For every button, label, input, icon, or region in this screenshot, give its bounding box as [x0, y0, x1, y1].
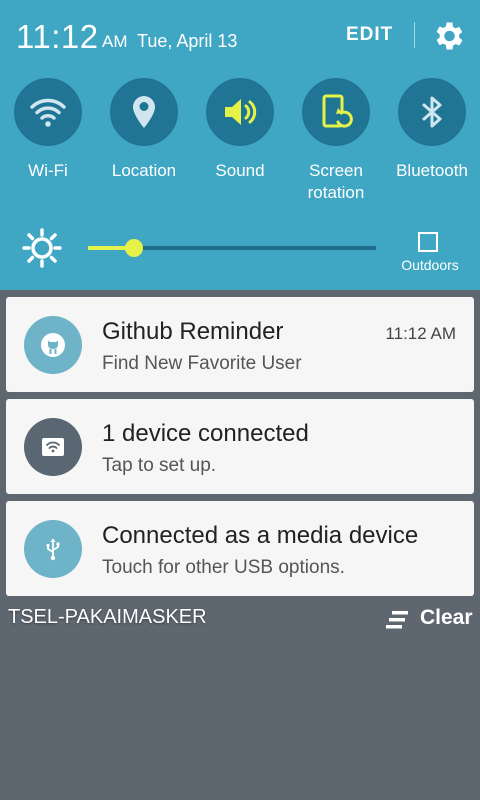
toggle-circle: [302, 78, 370, 146]
notification-card[interactable]: 1 device connected Tap to set up.: [6, 399, 474, 494]
toggle-screen-rotation[interactable]: Screen rotation: [288, 78, 384, 210]
clock-ampm: AM: [102, 32, 128, 51]
brightness-thumb[interactable]: [125, 239, 144, 257]
toggle-circle: [398, 78, 466, 146]
clear-button[interactable]: Clear: [386, 606, 476, 636]
brightness-icon: [22, 228, 62, 268]
notification-title: Github Reminder: [102, 318, 284, 345]
toggle-wifi[interactable]: Wi-Fi: [0, 78, 96, 210]
notification-subtitle: Find New Favorite User: [102, 353, 302, 374]
outdoors-label: Outdoors: [401, 257, 459, 273]
notification-subtitle: Touch for other USB options.: [102, 557, 345, 578]
toggle-label: Wi-Fi: [28, 161, 68, 180]
date-label: Tue, April 13: [137, 31, 238, 51]
status-row: 11:12 AM Tue, April 13 EDIT: [0, 0, 480, 72]
brightness-slider[interactable]: [88, 239, 376, 257]
notification-title: 1 device connected: [102, 420, 309, 447]
toggle-circle: [206, 78, 274, 146]
bluetooth-icon: [422, 96, 442, 128]
sound-icon: [225, 99, 257, 125]
notification-card[interactable]: Github Reminder Find New Favorite User 1…: [6, 297, 474, 392]
toggle-label: Screen rotation: [307, 161, 365, 202]
github-icon: [41, 333, 65, 357]
clear-label: Clear: [420, 606, 473, 629]
gear-icon[interactable]: [430, 18, 466, 54]
divider: [414, 22, 415, 48]
notification-title: Connected as a media device: [102, 522, 419, 549]
quick-toggles: Wi-Fi Location Sound Screen rotation Blu…: [0, 78, 480, 210]
toggle-bluetooth[interactable]: Bluetooth: [384, 78, 480, 210]
clock-time: 11:12: [16, 18, 99, 55]
toggle-circle: [110, 78, 178, 146]
toggle-label: Location: [111, 161, 177, 180]
clear-all-icon: [386, 611, 408, 629]
toggle-label: Sound: [215, 161, 265, 180]
toggle-circle: [14, 78, 82, 146]
notification-icon: [24, 316, 82, 374]
edit-button[interactable]: EDIT: [346, 24, 393, 46]
notification-time: 11:12 AM: [385, 324, 456, 343]
outdoors-checkbox[interactable]: [418, 232, 438, 252]
usb-icon: [46, 538, 60, 561]
notification-subtitle: Tap to set up.: [102, 455, 217, 476]
notification-card[interactable]: Connected as a media device Touch for ot…: [6, 501, 474, 596]
toggle-location[interactable]: Location: [96, 78, 192, 210]
brightness-row: Outdoors: [0, 220, 480, 284]
notification-icon: [24, 418, 82, 476]
screen-rotation-icon: [322, 94, 353, 128]
quick-settings-panel: 11:12 AM Tue, April 13 EDIT Wi-Fi Locati…: [0, 0, 480, 290]
location-icon: [133, 96, 155, 128]
notification-icon: [24, 520, 82, 578]
wifi-hotspot-icon: [42, 438, 64, 456]
toggle-sound[interactable]: Sound: [192, 78, 288, 210]
toggle-label: Bluetooth: [396, 161, 468, 180]
wifi-icon: [30, 98, 66, 127]
carrier-label: TSEL-PAKAIMASKER: [8, 606, 207, 628]
